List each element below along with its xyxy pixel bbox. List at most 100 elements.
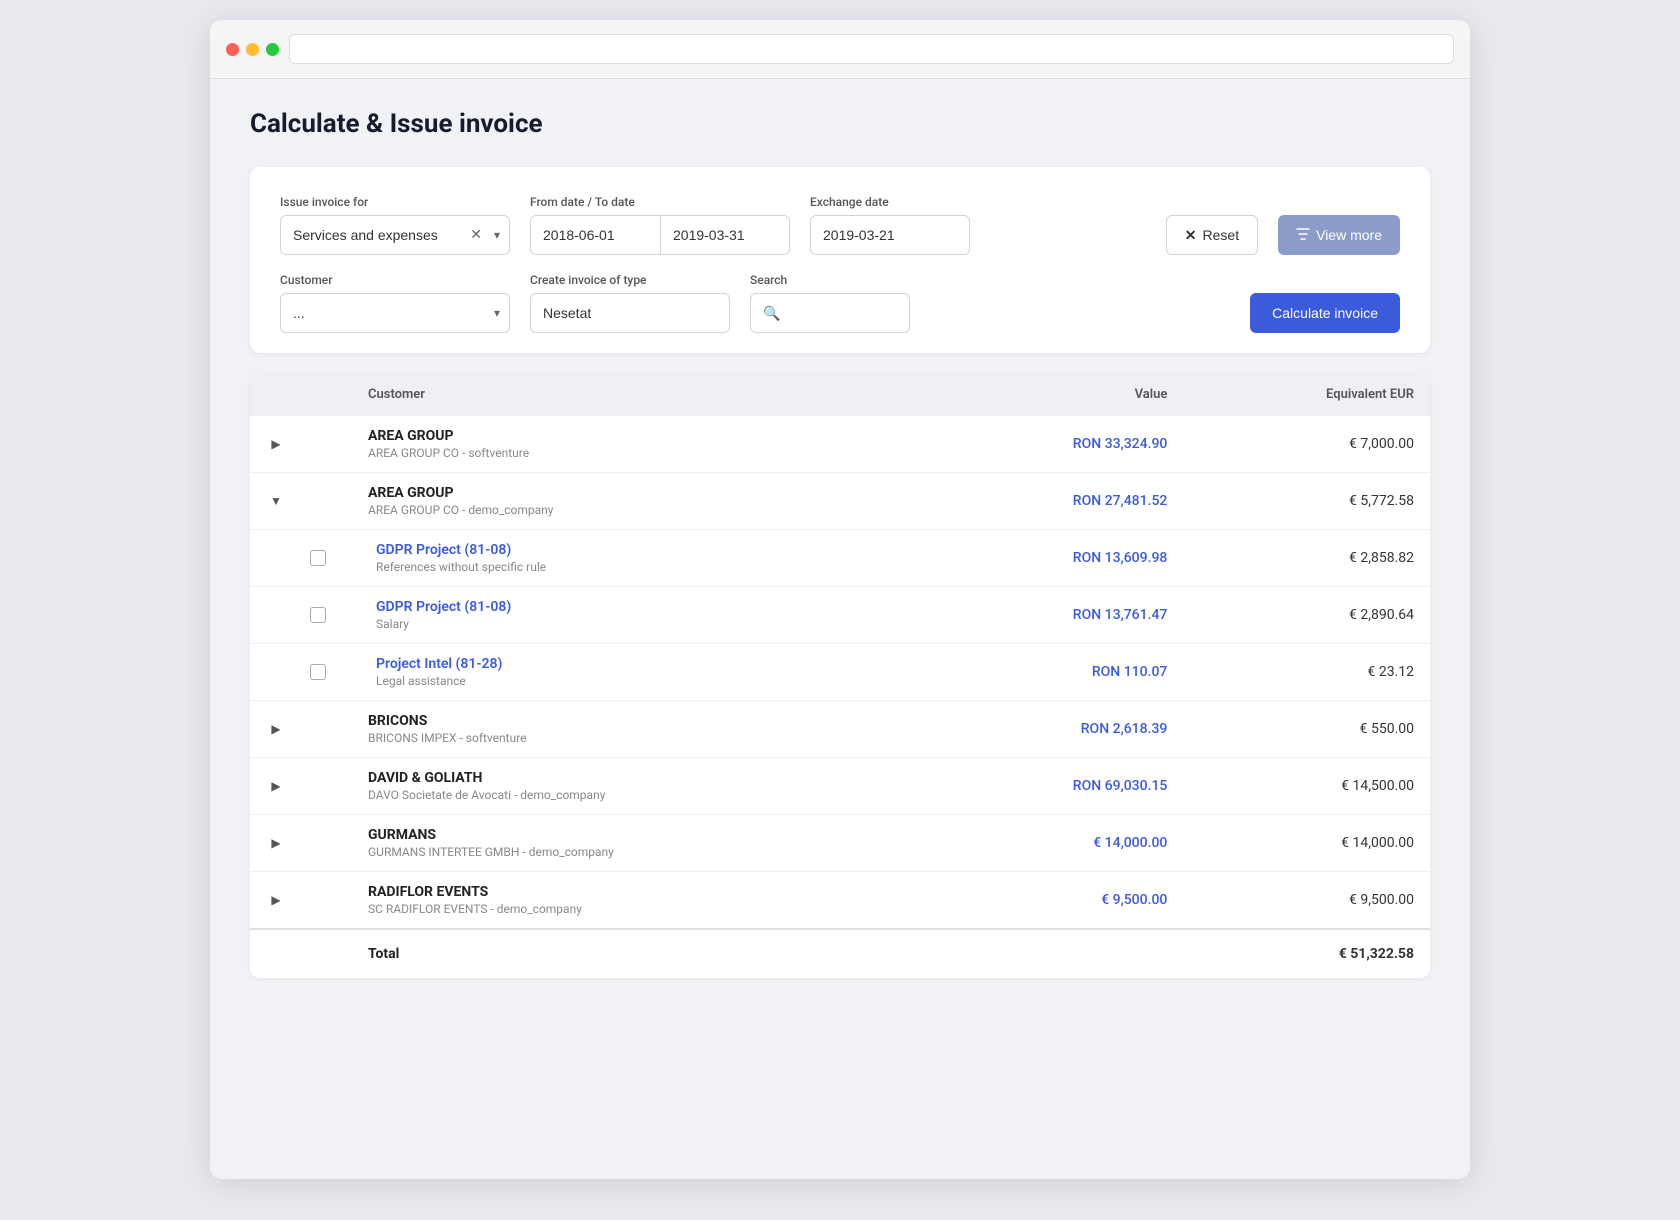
row-checkbox[interactable] — [310, 550, 326, 566]
total-value: € 51,322.58 — [1183, 929, 1430, 978]
calculate-invoice-button[interactable]: Calculate invoice — [1250, 293, 1400, 333]
value-cell: RON 69,030.15 — [923, 758, 1183, 815]
checkbox-cell — [294, 701, 352, 758]
eur-cell: € 14,500.00 — [1183, 758, 1430, 815]
expand-cell: ▶ — [250, 701, 294, 758]
titlebar — [210, 20, 1470, 79]
expand-button[interactable]: ▶ — [266, 890, 286, 910]
customer-cell: Project Intel (81-28) Legal assistance — [352, 644, 923, 701]
col-expand — [250, 373, 294, 416]
view-more-button[interactable]: View more — [1278, 215, 1400, 255]
expand-cell — [250, 587, 294, 644]
table-row: GDPR Project (81-08)References without s… — [250, 530, 1430, 587]
customer-name: AREA GROUP — [368, 428, 907, 444]
value-cell: RON 13,609.98 — [923, 530, 1183, 587]
calculate-label: Calculate invoice — [1272, 305, 1378, 321]
col-checkbox — [294, 373, 352, 416]
checkbox-cell — [294, 416, 352, 473]
search-label: Search — [750, 273, 910, 287]
value-cell: RON 13,761.47 — [923, 587, 1183, 644]
value-cell: € 9,500.00 — [923, 872, 1183, 930]
expand-cell: ▶ — [250, 815, 294, 872]
maximize-button[interactable] — [266, 43, 279, 56]
exchange-date-input[interactable] — [810, 215, 970, 255]
customer-name: BRICONS — [368, 713, 907, 729]
customer-name: DAVID & GOLIATH — [368, 770, 907, 786]
invoice-type-input[interactable] — [530, 293, 730, 333]
customer-sub: GURMANS INTERTEE GMBH - demo_company — [368, 845, 907, 859]
expand-cell: ▶ — [250, 416, 294, 473]
date-range-label: From date / To date — [530, 195, 790, 209]
customer-sub: References without specific rule — [376, 560, 907, 574]
eur-cell: € 14,000.00 — [1183, 815, 1430, 872]
view-more-label: View more — [1316, 227, 1382, 243]
col-customer-header: Customer — [352, 373, 923, 416]
eur-cell: € 550.00 — [1183, 701, 1430, 758]
filter-icon — [1296, 227, 1310, 244]
select-clear-icon[interactable]: ✕ — [470, 227, 482, 243]
app-window: Calculate & Issue invoice Issue invoice … — [210, 20, 1470, 1179]
total-row: Total€ 51,322.58 — [250, 929, 1430, 978]
close-button[interactable] — [226, 43, 239, 56]
customer-sub: DAVO Societate de Avocati - demo_company — [368, 788, 907, 802]
filter-row-2: Customer ... ▾ Create invoice of type S — [280, 273, 1400, 333]
project-name: GDPR Project (81-08) — [376, 599, 907, 615]
customer-name: AREA GROUP — [368, 485, 907, 501]
eur-cell: € 5,772.58 — [1183, 473, 1430, 530]
value-cell: RON 110.07 — [923, 644, 1183, 701]
eur-cell: € 2,858.82 — [1183, 530, 1430, 587]
eur-cell: € 7,000.00 — [1183, 416, 1430, 473]
table-row: ▶ DAVID & GOLIATH DAVO Societate de Avocat… — [250, 758, 1430, 815]
col-eur-header: Equivalent EUR — [1183, 373, 1430, 416]
expand-button[interactable]: ▶ — [266, 434, 286, 454]
customer-cell: BRICONS BRICONS IMPEX - softventure — [352, 701, 923, 758]
results-table: Customer Value Equivalent EUR ▶ AREA GROU… — [250, 373, 1430, 978]
expand-cell — [250, 644, 294, 701]
expand-button[interactable]: ▶ — [266, 719, 286, 739]
row-checkbox[interactable] — [310, 664, 326, 680]
value-cell: RON 2,618.39 — [923, 701, 1183, 758]
invoice-type-label: Create invoice of type — [530, 273, 730, 287]
customer-name: RADIFLOR EVENTS — [368, 884, 907, 900]
customer-cell: GDPR Project (81-08)Salary — [352, 587, 923, 644]
issue-invoice-select-wrapper: Services and expenses ✕ ▾ — [280, 215, 510, 255]
to-date-input[interactable] — [660, 215, 790, 255]
customer-cell: AREA GROUP AREA GROUP CO - demo_company — [352, 473, 923, 530]
table-row: ▶ RADIFLOR EVENTS SC RADIFLOR EVENTS - dem… — [250, 872, 1430, 930]
from-date-input[interactable] — [530, 215, 660, 255]
expand-cell: ▶ — [250, 872, 294, 930]
customer-name: GURMANS — [368, 827, 907, 843]
project-name: Project Intel (81-28) — [376, 656, 907, 672]
expand-cell: ▶ — [250, 758, 294, 815]
eur-cell: € 2,890.64 — [1183, 587, 1430, 644]
search-input[interactable] — [750, 293, 910, 333]
customer-sub: BRICONS IMPEX - softventure — [368, 731, 907, 745]
url-bar[interactable] — [289, 34, 1454, 64]
customer-sub: SC RADIFLOR EVENTS - demo_company — [368, 902, 907, 916]
customer-cell: GURMANS GURMANS INTERTEE GMBH - demo_comp… — [352, 815, 923, 872]
table-row: GDPR Project (81-08)SalaryRON 13,761.47€… — [250, 587, 1430, 644]
expand-button[interactable]: ▶ — [266, 776, 286, 796]
col-value-header: Value — [923, 373, 1183, 416]
filter-row-1: Issue invoice for Services and expenses … — [280, 195, 1400, 255]
date-range-inputs — [530, 215, 790, 255]
expand-button[interactable]: ▶ — [266, 833, 286, 853]
expand-button[interactable]: ▼ — [266, 491, 286, 511]
issue-invoice-label: Issue invoice for — [280, 195, 510, 209]
customer-cell: RADIFLOR EVENTS SC RADIFLOR EVENTS - demo… — [352, 872, 923, 930]
customer-select[interactable]: ... — [280, 293, 510, 333]
row-checkbox[interactable] — [310, 607, 326, 623]
invoice-type-group: Create invoice of type — [530, 273, 730, 333]
reset-button[interactable]: ✕ Reset — [1166, 215, 1258, 255]
app-content: Calculate & Issue invoice Issue invoice … — [210, 79, 1470, 1179]
table-row: ▶ BRICONS BRICONS IMPEX - softventure RON 2… — [250, 701, 1430, 758]
x-icon: ✕ — [1185, 227, 1197, 244]
customer-sub: AREA GROUP CO - demo_company — [368, 503, 907, 517]
checkbox-cell — [294, 530, 352, 587]
customer-cell: GDPR Project (81-08)References without s… — [352, 530, 923, 587]
table-row: ▼AREA GROUPAREA GROUP CO - demo_companyR… — [250, 473, 1430, 530]
customer-cell: AREA GROUPAREA GROUP CO - softventure — [352, 416, 923, 473]
minimize-button[interactable] — [246, 43, 259, 56]
customer-sub: Legal assistance — [376, 674, 907, 688]
page-title: Calculate & Issue invoice — [250, 109, 1430, 139]
